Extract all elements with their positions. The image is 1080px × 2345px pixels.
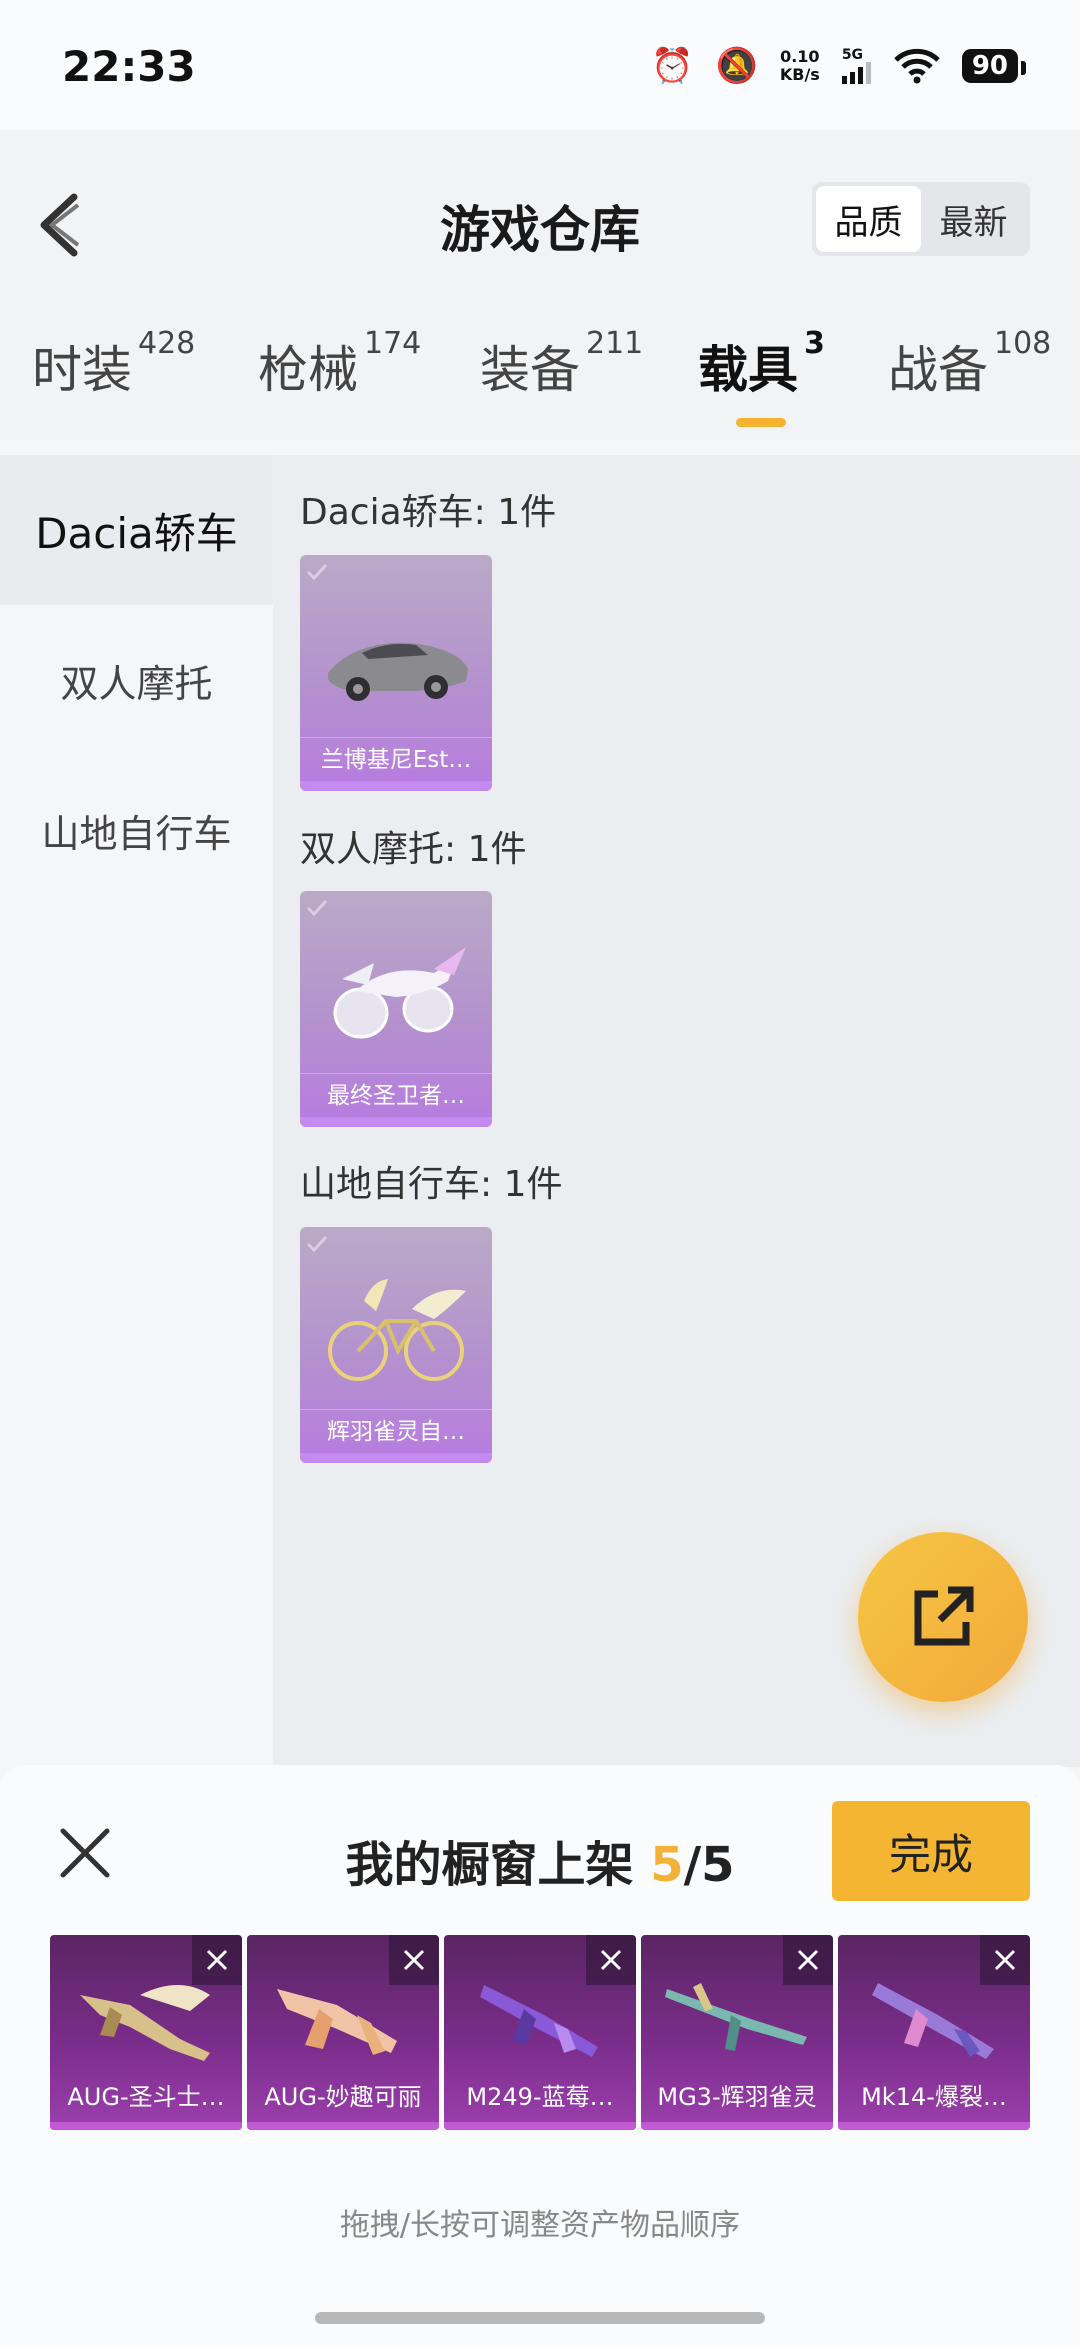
home-indicator[interactable] [315,2312,765,2324]
car-icon [328,642,468,701]
tab-vehicles[interactable]: 载具 3 [698,326,825,402]
remove-item-button[interactable] [192,1935,242,1985]
showcase-sheet: 我的橱窗上架 5/5 完成 AUG-圣斗士… AUG-妙趣可丽 M249-蓝莓…… [0,1765,1080,2345]
battery-indicator: 90 [961,49,1027,83]
tab-guns[interactable]: 枪械 174 [258,326,421,402]
sort-quality-button[interactable]: 品质 [816,186,921,252]
category-tabs: 时装 428 枪械 174 装备 211 载具 3 战备 108 [0,326,1080,430]
tab-equipment[interactable]: 装备 211 [480,326,643,402]
sidebar-item-dacia[interactable]: Dacia轿车 [0,455,273,605]
showcase-item-name: M249-蓝莓… [466,2083,614,2111]
showcase-item[interactable]: Mk14-爆裂… [838,1935,1030,2130]
remove-item-button[interactable] [980,1935,1030,1985]
remove-item-button[interactable] [389,1935,439,1985]
showcase-item[interactable]: M249-蓝莓… [444,1935,636,2130]
sort-newest-button[interactable]: 最新 [921,186,1026,252]
sidebar-item-bicycle[interactable]: 山地自行车 [0,755,273,905]
sidebar-item-motorcycle[interactable]: 双人摩托 [0,605,273,755]
showcase-item-name: AUG-圣斗士… [67,2083,225,2111]
check-icon [306,1235,328,1253]
vehicle-name: 最终圣卫者… [300,1073,492,1117]
vehicle-card-motorcycle[interactable]: 最终圣卫者… [300,891,492,1127]
remove-item-button[interactable] [586,1935,636,1985]
check-icon [306,563,328,581]
status-time: 22:33 [62,42,196,91]
reorder-hint: 拖拽/长按可调整资产物品顺序 [339,2208,741,2243]
bicycle-icon [328,1279,466,1381]
sort-toggle: 品质 最新 [812,182,1030,256]
cell-signal-icon: 5G [841,48,872,84]
group-title-dacia: Dacia轿车: 1件 [300,492,557,533]
share-button[interactable] [858,1532,1028,1702]
vehicle-card-bicycle[interactable]: 辉羽雀灵自… [300,1227,492,1463]
tab-combat-prep[interactable]: 战备 108 [888,326,1051,402]
net-speed: 0.10 KB/s [779,47,820,84]
motorcycle-icon [333,947,466,1039]
showcase-item[interactable]: AUG-妙趣可丽 [247,1935,439,2130]
header: 游戏仓库 品质 最新 时装 428 枪械 174 装备 211 载具 3 战备 108 [0,130,1080,440]
done-button[interactable]: 完成 [832,1801,1030,1901]
status-icons: ⏰ 🔕 0.10 KB/s 5G 90 [651,46,1027,86]
showcase-count: 5 [650,1837,684,1893]
showcase-item[interactable]: MG3-辉羽雀灵 [641,1935,833,2130]
vehicle-card-car[interactable]: 兰博基尼Est… [300,555,492,791]
showcase-item[interactable]: AUG-圣斗士… [50,1935,242,2130]
vehicle-name: 辉羽雀灵自… [300,1409,492,1453]
active-tab-underline [736,418,786,427]
group-title-motorcycle: 双人摩托: 1件 [300,829,527,870]
showcase-items: AUG-圣斗士… AUG-妙趣可丽 M249-蓝莓… MG3-辉羽雀灵 Mk14… [50,1935,1030,2130]
tab-fashion[interactable]: 时装 428 [32,326,195,402]
wifi-icon [894,48,940,84]
share-icon [914,1586,974,1646]
alarm-icon: ⏰ [651,46,694,86]
showcase-item-name: AUG-妙趣可丽 [264,2083,422,2111]
sidebar: Dacia轿车 双人摩托 山地自行车 [0,455,273,1767]
remove-item-button[interactable] [783,1935,833,1985]
mute-bell-icon: 🔕 [715,46,758,86]
vehicle-name: 兰博基尼Est… [300,737,492,781]
showcase-item-name: Mk14-爆裂… [861,2083,1007,2111]
group-title-bicycle: 山地自行车: 1件 [300,1164,563,1205]
check-icon [306,899,328,917]
status-bar: 22:33 ⏰ 🔕 0.10 KB/s 5G 90 [0,0,1080,130]
showcase-item-name: MG3-辉羽雀灵 [657,2083,817,2111]
